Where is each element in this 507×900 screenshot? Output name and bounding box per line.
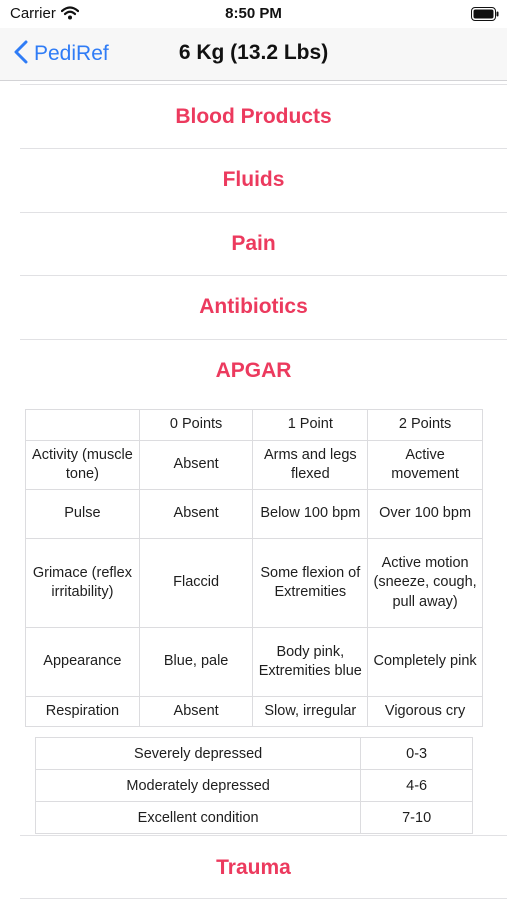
section-apgar[interactable]: APGAR (0, 339, 507, 403)
score-range: 4-6 (360, 769, 473, 802)
table-row: Respiration Absent Slow, irregular Vigor… (25, 696, 483, 727)
section-blood-products[interactable]: Blood Products (0, 85, 507, 149)
apgar-score-table: Severely depressed 0-3 Moderately depres… (34, 737, 473, 834)
score-range: 0-3 (360, 737, 473, 770)
table-row: Excellent condition 7-10 (34, 801, 473, 834)
criteria-cell: Activity (muscle tone) (25, 440, 140, 490)
section-fluids[interactable]: Fluids (0, 148, 507, 212)
header-cell: 2 Points (367, 409, 483, 441)
table-cell: Flaccid (138, 538, 254, 628)
table-cell: Some flexion of Extremities (252, 538, 369, 628)
header-cell: 1 Point (252, 409, 369, 441)
criteria-cell: Grimace (reflex irritability) (25, 538, 140, 628)
section-trauma[interactable]: Trauma (0, 836, 507, 900)
section-antibiotics[interactable]: Antibiotics (0, 275, 507, 339)
criteria-cell: Pulse (25, 489, 140, 539)
table-row: Grimace (reflex irritability) Flaccid So… (25, 538, 483, 628)
table-header-row: 0 Points 1 Point 2 Points (25, 409, 483, 441)
navigation-bar: PediRef 6 Kg (13.2 Lbs) (0, 28, 507, 81)
table-cell: Absent (138, 489, 254, 539)
table-cell: Vigorous cry (367, 696, 483, 727)
table-cell: Body pink, Extremities blue (252, 627, 369, 697)
apgar-table: 0 Points 1 Point 2 Points Activity (musc… (25, 409, 483, 727)
table-cell: Slow, irregular (252, 696, 369, 727)
header-cell: 0 Points (138, 409, 254, 441)
page-title: 6 Kg (13.2 Lbs) (178, 41, 329, 64)
battery-icon (471, 7, 499, 26)
table-cell: Completely pink (367, 627, 483, 697)
section-pain[interactable]: Pain (0, 212, 507, 276)
table-row: Appearance Blue, pale Body pink, Extremi… (25, 627, 483, 697)
table-cell: Absent (138, 440, 254, 490)
score-label: Moderately depressed (34, 769, 362, 802)
table-row: Activity (muscle tone) Absent Arms and l… (25, 440, 483, 490)
table-cell: Over 100 bpm (367, 489, 483, 539)
criteria-cell: Appearance (25, 627, 140, 697)
separator (20, 898, 507, 899)
score-range: 7-10 (360, 801, 473, 834)
header-cell (25, 409, 140, 441)
clock: 8:50 PM (225, 5, 282, 22)
table-row: Severely depressed 0-3 (34, 737, 473, 770)
table-cell: Arms and legs flexed (252, 440, 369, 490)
table-cell: Active movement (367, 440, 483, 490)
table-cell: Blue, pale (138, 627, 254, 697)
table-row: Pulse Absent Below 100 bpm Over 100 bpm (25, 489, 483, 539)
score-label: Excellent condition (34, 801, 362, 834)
criteria-cell: Respiration (25, 696, 140, 727)
table-cell: Below 100 bpm (252, 489, 369, 539)
table-cell: Active motion (sneeze, cough, pull away) (367, 538, 483, 628)
score-label: Severely depressed (34, 737, 362, 770)
table-cell: Absent (138, 696, 254, 727)
status-bar: Carrier 8:50 PM (0, 0, 507, 28)
table-row: Moderately depressed 4-6 (34, 769, 473, 802)
